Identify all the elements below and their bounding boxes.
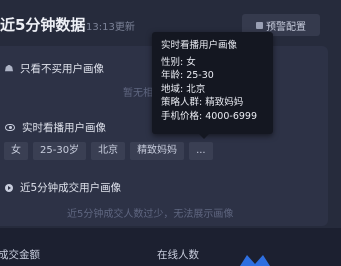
tooltip-region: 地域: 北京: [161, 83, 206, 95]
tooltip-arrow: [199, 134, 209, 139]
bell-icon: [5, 64, 13, 72]
play-circle-icon: [5, 183, 13, 192]
tag-age: 25-30岁: [33, 142, 87, 160]
live-viewer-section-header: 实时看播用户画像: [5, 120, 106, 135]
tag-more[interactable]: ...: [189, 142, 213, 160]
warning-config-label: 预警配置: [266, 21, 306, 33]
gmv-label: 成交金额: [0, 249, 40, 261]
tooltip-phone-price: 手机价格: 4000-6999: [161, 110, 258, 122]
tag-gender: 女: [4, 142, 28, 160]
panel-title: 近5分钟数据: [0, 16, 86, 34]
live-viewer-label: 实时看播用户画像: [22, 122, 106, 134]
tooltip-title: 实时看播用户画像: [161, 40, 238, 51]
buyer-label: 近5分钟成交用户画像: [20, 182, 122, 194]
tooltip-age: 年龄: 25-30: [161, 70, 214, 81]
tooltip-gender: 性别: 女: [161, 56, 196, 68]
non-buyer-label: 只看不买用户画像: [20, 63, 104, 75]
non-buyer-section-header: 只看不买用户画像: [5, 61, 104, 76]
eye-icon: [5, 124, 15, 131]
live-viewer-tags: 女 25-30岁 北京 精致妈妈 ...: [4, 142, 213, 160]
update-time: 13:13更新: [86, 22, 135, 33]
non-buyer-empty-text: 暂无相: [123, 88, 153, 99]
settings-icon: [256, 21, 263, 29]
online-users-label: 在线人数: [157, 249, 199, 261]
portrait-tooltip: 实时看播用户画像 性别: 女 年龄: 25-30 地域: 北京 策略人群: 精致…: [152, 32, 273, 134]
buyer-section-header: 近5分钟成交用户画像: [5, 180, 121, 195]
buyer-empty-text: 近5分钟成交人数过少，无法展示画像: [67, 209, 234, 220]
tooltip-strategy-group: 策略人群: 精致妈妈: [161, 97, 244, 108]
tag-strategy-group: 精致妈妈: [130, 142, 185, 160]
tag-region: 北京: [91, 142, 126, 160]
